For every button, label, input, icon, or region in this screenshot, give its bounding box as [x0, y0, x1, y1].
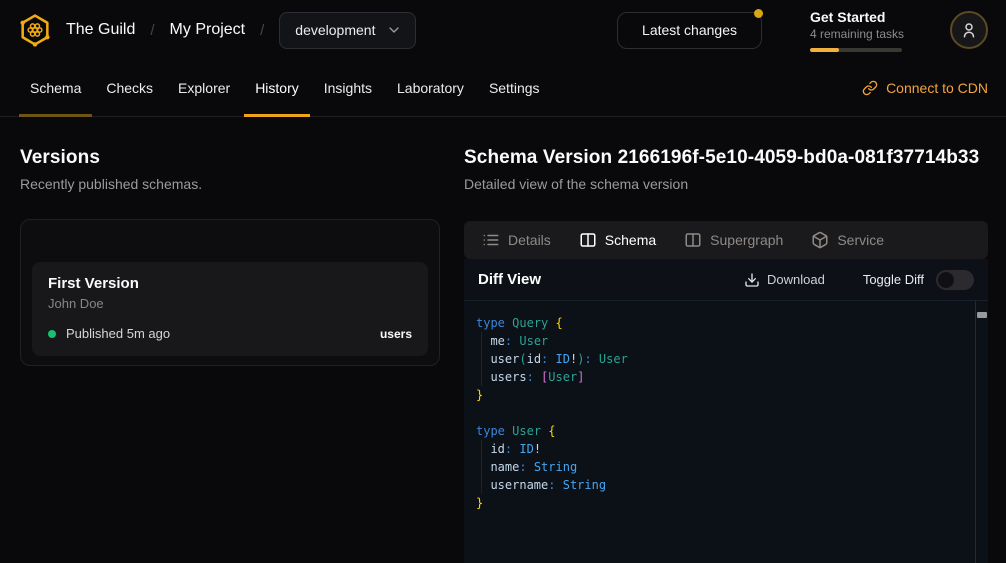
get-started-subtitle: 4 remaining tasks [810, 27, 902, 41]
nav-tab-checks[interactable]: Checks [95, 60, 164, 116]
columns-icon [579, 231, 597, 249]
nav-tab-insights[interactable]: Insights [313, 60, 383, 116]
breadcrumb-separator: / [260, 22, 264, 39]
diff-view-title: Diff View [478, 271, 541, 288]
connect-to-cdn-link[interactable]: Connect to CDN [862, 80, 988, 96]
detail-tab-list: Details Schema Supergraph Service [464, 221, 988, 259]
versions-card: First Version John Doe Published 5m ago … [20, 219, 440, 366]
schema-version-title: Schema Version 2166196f-5e10-4059-bd0a-0… [464, 147, 988, 169]
version-list-item[interactable]: First Version John Doe Published 5m ago … [32, 262, 428, 356]
notification-dot [754, 9, 763, 18]
hive-logo-icon[interactable] [18, 13, 52, 47]
diff-panel: Diff View Download Toggle Diff [464, 259, 988, 563]
tab-service[interactable]: Service [797, 221, 898, 259]
diff-controls: Download Toggle Diff [744, 270, 974, 290]
tab-details[interactable]: Details [468, 221, 565, 259]
link-icon [862, 80, 878, 96]
nav-tab-schema[interactable]: Schema [19, 60, 92, 116]
avatar[interactable] [950, 11, 988, 49]
versions-title: Versions [20, 147, 440, 169]
nav-tab-list: Schema Checks Explorer History Insights … [19, 60, 551, 116]
nav-tab-laboratory[interactable]: Laboratory [386, 60, 475, 116]
tab-schema[interactable]: Schema [565, 221, 670, 259]
download-icon [744, 272, 760, 288]
version-author: John Doe [48, 296, 412, 311]
schema-version-panel: Schema Version 2166196f-5e10-4059-bd0a-0… [464, 147, 988, 563]
version-status: Published 5m ago [66, 326, 170, 341]
toggle-diff-label: Toggle Diff [863, 272, 924, 287]
get-started-title: Get Started [810, 9, 902, 25]
breadcrumb-project[interactable]: My Project [170, 21, 246, 39]
version-service-badge: users [380, 327, 412, 341]
version-name: First Version [48, 275, 412, 292]
toggle-diff-switch[interactable] [936, 270, 974, 290]
tab-supergraph[interactable]: Supergraph [670, 221, 797, 259]
top-bar-right: Latest changes Get Started 4 remaining t… [617, 9, 988, 52]
code-block: type Query { me: User user(id: ID!): Use… [464, 301, 988, 512]
columns-icon [684, 231, 702, 249]
top-bar: The Guild / My Project / development Lat… [0, 0, 1006, 60]
download-button[interactable]: Download [744, 272, 825, 288]
target-selector-value: development [295, 22, 375, 38]
main-nav: Schema Checks Explorer History Insights … [0, 60, 1006, 117]
published-status-dot [48, 330, 56, 338]
get-started-widget[interactable]: Get Started 4 remaining tasks [810, 9, 902, 52]
schema-version-subtitle: Detailed view of the schema version [464, 176, 988, 192]
main-content: Versions Recently published schemas. Fir… [0, 117, 1006, 563]
target-selector[interactable]: development [279, 12, 416, 49]
vertical-scrollbar[interactable] [975, 301, 988, 563]
user-icon [960, 21, 978, 39]
versions-subtitle: Recently published schemas. [20, 176, 440, 192]
cube-icon [811, 231, 829, 249]
switch-knob [938, 272, 954, 288]
nav-tab-explorer[interactable]: Explorer [167, 60, 241, 116]
latest-changes-button[interactable]: Latest changes [617, 12, 762, 49]
scrollbar-thumb[interactable] [977, 312, 987, 318]
breadcrumb-separator: / [150, 22, 154, 39]
get-started-progress [810, 48, 902, 52]
diff-header: Diff View Download Toggle Diff [464, 259, 988, 301]
versions-panel: Versions Recently published schemas. Fir… [20, 147, 440, 563]
nav-tab-history[interactable]: History [244, 60, 310, 116]
version-meta-row: Published 5m ago users [48, 326, 412, 341]
nav-tab-settings[interactable]: Settings [478, 60, 551, 116]
breadcrumb-org[interactable]: The Guild [66, 21, 135, 39]
list-icon [482, 231, 500, 249]
code-viewer[interactable]: type Query { me: User user(id: ID!): Use… [464, 301, 988, 563]
chevron-down-icon [386, 22, 402, 38]
progress-fill [810, 48, 839, 52]
